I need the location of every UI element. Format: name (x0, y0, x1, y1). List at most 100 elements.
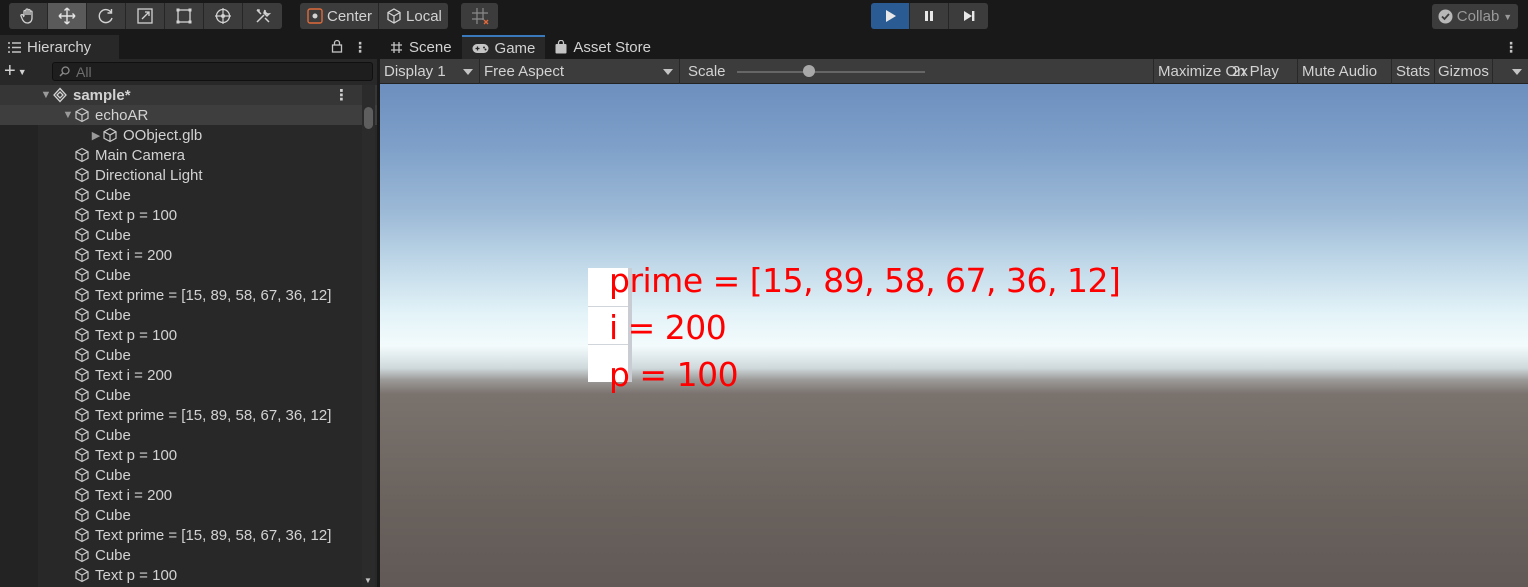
gameobject-cube-icon (75, 267, 89, 283)
collab-label: Collab (1456, 8, 1500, 25)
hierarchy-item[interactable]: Cube (0, 425, 377, 445)
hierarchy-item[interactable]: Cube (0, 505, 377, 525)
hierarchy-item[interactable]: Text p = 100 (0, 565, 377, 585)
playback-controls (871, 3, 988, 29)
hierarchy-item[interactable]: Cube (0, 385, 377, 405)
hierarchy-item-label: Main Camera (95, 146, 186, 164)
gizmos-dropdown[interactable] (1493, 59, 1528, 84)
hierarchy-item[interactable]: Main Camera (0, 145, 377, 165)
scale-slider-track[interactable] (737, 71, 925, 73)
hierarchy-item-label: Text p = 100 (95, 566, 178, 584)
hierarchy-scrollbar[interactable]: ▼ (362, 85, 375, 587)
game-viewport[interactable]: prime = [15, 89, 58, 67, 36, 12] i = 200… (380, 84, 1528, 587)
hierarchy-item[interactable]: ▼ echoAR (0, 105, 377, 125)
step-icon (963, 11, 974, 21)
pivot-rotation-label: Local (406, 7, 442, 25)
stats-toggle[interactable]: Stats (1392, 58, 1435, 84)
hierarchy-item-label: Text i = 200 (95, 246, 173, 264)
add-object-button[interactable]: + ▼ (4, 60, 46, 83)
hierarchy-item[interactable]: Text p = 100 (0, 325, 377, 345)
pivot-center-icon (307, 8, 323, 24)
scene-name: sample* (73, 86, 131, 104)
scale-tool-button[interactable] (126, 3, 165, 29)
gameobject-cube-icon (75, 567, 89, 583)
kebab-menu-icon[interactable]: ⋮ (353, 39, 367, 56)
hierarchy-item[interactable]: ▶ OObject.glb (0, 125, 377, 145)
mute-audio-toggle[interactable]: Mute Audio (1298, 58, 1392, 84)
display-dropdown[interactable]: Display 1 (380, 58, 480, 84)
tab-hierarchy[interactable]: Hierarchy (0, 35, 119, 59)
tab-game[interactable]: Game (461, 35, 546, 59)
hierarchy-item-label: Cube (95, 226, 131, 244)
gameobject-cube-icon (75, 187, 89, 203)
hierarchy-item[interactable]: Directional Light (0, 165, 377, 185)
chevron-down-icon: ▼ (17, 66, 27, 77)
hierarchy-item[interactable]: Text prime = [15, 89, 58, 67, 36, 12] (0, 285, 377, 305)
stats-label: Stats (1396, 62, 1431, 80)
local-cube-icon (387, 8, 401, 24)
rect-tool-button[interactable] (165, 3, 204, 29)
play-button[interactable] (871, 3, 910, 29)
maximize-on-play-toggle[interactable]: Maximize On Play (1154, 58, 1298, 84)
kebab-menu-icon[interactable]: ⋮ (1504, 39, 1518, 56)
gameobject-cube-icon (75, 347, 89, 363)
pause-button[interactable] (910, 3, 949, 29)
hierarchy-item[interactable]: Cube (0, 465, 377, 485)
hierarchy-item[interactable]: Text i = 200 (0, 365, 377, 385)
gameobject-cube-icon (75, 147, 89, 163)
scrollbar-thumb[interactable] (364, 107, 373, 129)
rotate-tool-icon (98, 8, 113, 24)
grid-snap-button[interactable] (461, 3, 498, 29)
hierarchy-item[interactable]: Text prime = [15, 89, 58, 67, 36, 12] (0, 525, 377, 545)
collab-button[interactable]: Collab ▼ (1432, 4, 1518, 29)
pivot-mode-toggle[interactable]: Center (300, 3, 380, 29)
move-tool-button[interactable] (48, 3, 87, 29)
transform-tool-button[interactable] (204, 3, 243, 29)
hierarchy-tree: ▼ sample* ⋮ ▼ echoAR ▶ OObject.glb Main Camera D… (0, 85, 377, 587)
kebab-menu-icon[interactable]: ⋮ (334, 86, 349, 104)
hierarchy-item-label: Text p = 100 (95, 326, 178, 344)
lock-icon[interactable] (331, 39, 343, 53)
grid-snap-icon (471, 8, 488, 25)
game-panel: Scene Game Asset Store ⋮ Display 1 Free … (380, 35, 1528, 587)
scale-slider-handle[interactable] (803, 65, 815, 77)
gizmos-toggle[interactable]: Gizmos (1435, 58, 1493, 84)
hierarchy-item[interactable]: Cube (0, 345, 377, 365)
hierarchy-item-label: OObject.glb (123, 126, 203, 144)
hierarchy-search-input[interactable]: All (52, 62, 373, 81)
scene-row[interactable]: ▼ sample* ⋮ (0, 85, 377, 105)
transform-tool-icon (215, 8, 231, 24)
expand-open-icon[interactable]: ▼ (62, 109, 74, 121)
gamepad-icon (472, 43, 489, 53)
hierarchy-panel: Hierarchy ⋮ + ▼ All ▼ sample* ⋮ ▼ echoAR ▶ OOb… (0, 35, 377, 587)
expand-open-icon[interactable]: ▼ (40, 89, 52, 101)
custom-tool-button[interactable] (243, 3, 282, 29)
hierarchy-item-label: Cube (95, 546, 131, 564)
search-placeholder: All (76, 63, 92, 80)
hierarchy-item[interactable]: Text p = 100 (0, 445, 377, 465)
rotate-tool-button[interactable] (87, 3, 126, 29)
hierarchy-item[interactable]: Text i = 200 (0, 485, 377, 505)
aspect-value: Free Aspect (484, 62, 565, 80)
hierarchy-item[interactable]: Text i = 200 (0, 245, 377, 265)
pivot-rotation-toggle[interactable]: Local (379, 3, 448, 29)
step-button[interactable] (949, 3, 988, 29)
display-value: Display 1 (384, 62, 446, 80)
hierarchy-item[interactable]: Cube (0, 225, 377, 245)
hierarchy-item[interactable]: Cube (0, 545, 377, 565)
hierarchy-item[interactable]: Text p = 100 (0, 205, 377, 225)
scale-label: Scale (688, 62, 726, 80)
hierarchy-item-label: Cube (95, 186, 131, 204)
hierarchy-tab-label: Hierarchy (27, 38, 92, 56)
aspect-dropdown[interactable]: Free Aspect (480, 58, 680, 84)
tab-asset-store[interactable]: Asset Store (545, 35, 661, 59)
hierarchy-search-row: + ▼ All (0, 59, 377, 84)
hierarchy-item[interactable]: Cube (0, 265, 377, 285)
tab-scene[interactable]: Scene (380, 35, 462, 59)
scroll-down-arrow-icon[interactable]: ▼ (364, 576, 372, 585)
hierarchy-item[interactable]: Cube (0, 305, 377, 325)
expand-closed-icon[interactable]: ▶ (90, 129, 102, 142)
hierarchy-item[interactable]: Cube (0, 185, 377, 205)
hand-tool-button[interactable] (9, 3, 48, 29)
hierarchy-item[interactable]: Text prime = [15, 89, 58, 67, 36, 12] (0, 405, 377, 425)
